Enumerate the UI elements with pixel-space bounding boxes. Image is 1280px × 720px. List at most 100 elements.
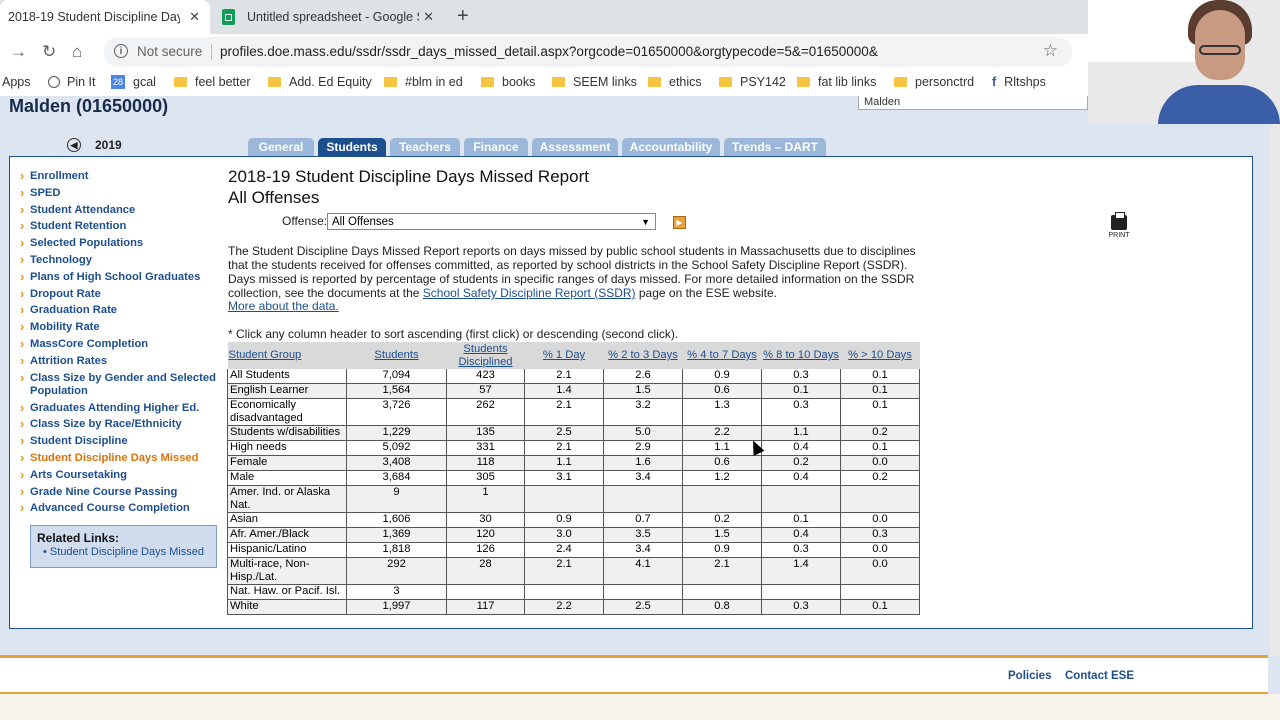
previous-year-icon[interactable]: ◀ <box>67 138 81 152</box>
bookmark-gcal[interactable]: 28 gcal <box>111 75 156 89</box>
forward-arrow-icon[interactable]: → <box>10 42 27 62</box>
bookmark-personctrd[interactable]: personctrd <box>894 75 974 89</box>
url-text[interactable]: profiles.doe.mass.edu/ssdr/ssdr_days_mis… <box>220 44 878 59</box>
bookmark-apps[interactable]: Apps <box>2 75 31 89</box>
cell-value: 4.1 <box>603 557 683 585</box>
bookmark-label: books <box>502 75 536 89</box>
info-icon[interactable]: i <box>114 44 128 58</box>
printer-icon <box>1111 212 1127 230</box>
folder-icon <box>552 77 565 87</box>
browser-tab-discipline[interactable]: 2018-19 Student Discipline Days ✕ <box>0 0 210 34</box>
sidenav-student-attendance[interactable]: Student Attendance <box>20 203 220 217</box>
browser-tab-spreadsheet[interactable]: Untitled spreadsheet - Google Sh ✕ <box>212 0 444 34</box>
tab-teachers[interactable]: Teachers <box>390 138 460 157</box>
scrollbar[interactable] <box>1270 96 1280 656</box>
cell-value: 117 <box>446 599 525 615</box>
cell-value: 3,684 <box>346 470 447 486</box>
sidenav-arts-coursetaking[interactable]: Arts Coursetaking <box>20 468 220 482</box>
sidenav-mobility-rate[interactable]: Mobility Rate <box>20 320 220 334</box>
tab-finance[interactable]: Finance <box>464 138 528 157</box>
bookmark-add-ed-equity[interactable]: Add. Ed Equity <box>268 75 372 89</box>
bookmark-fat-lib[interactable]: fat lib links <box>797 75 876 89</box>
more-about-data-link[interactable]: More about the data. <box>228 299 339 313</box>
cell-value: 0.0 <box>840 455 920 471</box>
sidenav-masscore-completion[interactable]: MassCore Completion <box>20 337 220 351</box>
header-pct-1-day[interactable]: % 1 Day <box>524 342 604 369</box>
new-tab-plus-icon[interactable]: + <box>457 5 469 28</box>
cell-value: 1.5 <box>603 383 683 399</box>
sidenav-student-discipline[interactable]: Student Discipline <box>20 434 220 448</box>
bookmark-rltshps[interactable]: f Rltshps <box>992 75 1046 89</box>
cell-value: 2.6 <box>603 369 683 384</box>
bookmark-blm[interactable]: #blm in ed <box>384 75 463 89</box>
cell-student-group: English Learner <box>227 383 347 399</box>
cell-value: 1.2 <box>682 470 762 486</box>
tab-trends-dart[interactable]: Trends – DART <box>724 138 826 157</box>
cell-value <box>761 485 841 513</box>
sidenav-attrition-rates[interactable]: Attrition Rates <box>20 354 220 368</box>
close-icon[interactable]: ✕ <box>423 9 434 25</box>
bookmark-label: SEEM links <box>573 75 637 89</box>
offense-dropdown[interactable]: All Offenses ▼ <box>327 213 656 230</box>
bookmark-star-icon[interactable]: ☆ <box>1043 41 1058 61</box>
sidenav-graduates-higher-ed[interactable]: Graduates Attending Higher Ed. <box>20 401 220 415</box>
sidenav-dropout-rate[interactable]: Dropout Rate <box>20 287 220 301</box>
tab-assessment[interactable]: Assessment <box>532 138 618 157</box>
tab-students[interactable]: Students <box>318 138 386 157</box>
header-pct-8-10-days[interactable]: % 8 to 10 Days <box>761 342 841 369</box>
webcam-overlay <box>1088 0 1280 124</box>
header-pct-over-10-days[interactable]: % > 10 Days <box>840 342 920 369</box>
footer-contact-link[interactable]: Contact ESE <box>1065 670 1134 682</box>
header-pct-4-7-days[interactable]: % 4 to 7 Days <box>682 342 762 369</box>
cell-value: 0.2 <box>761 455 841 471</box>
header-student-group[interactable]: Student Group <box>227 342 347 369</box>
side-navigation: Enrollment SPED Student Attendance Stude… <box>20 169 220 519</box>
bookmark-ethics[interactable]: ethics <box>648 75 702 89</box>
sidenav-plans-hs-graduates[interactable]: Plans of High School Graduates <box>20 270 220 284</box>
sidenav-enrollment[interactable]: Enrollment <box>20 169 220 183</box>
cell-value: 2.1 <box>524 440 604 456</box>
bookmark-label: feel better <box>195 75 251 89</box>
org-name: Malden (01650000) <box>9 96 169 116</box>
sidenav-class-size-gender[interactable]: Class Size by Gender and Selected Popula… <box>20 371 220 398</box>
header-pct-2-3-days[interactable]: % 2 to 3 Days <box>603 342 683 369</box>
sidenav-discipline-days-missed[interactable]: Student Discipline Days Missed <box>20 451 220 465</box>
tab-general[interactable]: General <box>248 138 314 157</box>
bookmark-feel-better[interactable]: feel better <box>174 75 251 89</box>
sidenav-graduation-rate[interactable]: Graduation Rate <box>20 303 220 317</box>
print-button[interactable]: PRINT <box>1108 212 1130 239</box>
bookmark-books[interactable]: books <box>481 75 535 89</box>
sidenav-sped[interactable]: SPED <box>20 186 220 200</box>
sidenav-class-size-race[interactable]: Class Size by Race/Ethnicity <box>20 417 220 431</box>
tab-title: Untitled spreadsheet - Google Sh <box>247 10 419 24</box>
header-students-disciplined[interactable]: Students Disciplined <box>446 342 525 369</box>
close-icon[interactable]: ✕ <box>189 9 200 25</box>
sidenav-selected-populations[interactable]: Selected Populations <box>20 236 220 250</box>
description-text-end: page on the ESE website. <box>635 286 777 300</box>
sidenav-grade-nine-course-passing[interactable]: Grade Nine Course Passing <box>20 485 220 499</box>
org-search-input[interactable]: Malden <box>858 96 1088 110</box>
footer-background <box>0 694 1280 720</box>
facebook-icon: f <box>992 75 997 89</box>
footer-policies-link[interactable]: Policies <box>1008 670 1051 682</box>
ssdr-link[interactable]: School Safety Discipline Report (SSDR) <box>423 286 636 300</box>
sidenav-technology[interactable]: Technology <box>20 253 220 267</box>
cell-value: 0.4 <box>761 470 841 486</box>
bookmark-pinit[interactable]: Pin It <box>48 75 96 89</box>
offense-label: Offense: <box>282 214 328 228</box>
go-button[interactable]: ▶ <box>673 216 686 229</box>
sidenav-student-retention[interactable]: Student Retention <box>20 219 220 233</box>
cell-student-group: Amer. Ind. or Alaska Nat. <box>227 485 347 513</box>
reload-icon[interactable]: ↻ <box>42 42 56 62</box>
bookmark-psy142[interactable]: PSY142 <box>719 75 786 89</box>
cell-value: 0.0 <box>840 557 920 585</box>
tab-accountability[interactable]: Accountability <box>622 138 720 157</box>
header-students[interactable]: Students <box>346 342 447 369</box>
sidenav-advanced-course-completion[interactable]: Advanced Course Completion <box>20 501 220 515</box>
bookmark-seem[interactable]: SEEM links <box>552 75 637 89</box>
address-bar[interactable]: i Not secure profiles.doe.mass.edu/ssdr/… <box>104 37 1072 67</box>
related-link[interactable]: • Student Discipline Days Missed <box>43 546 204 558</box>
home-icon[interactable]: ⌂ <box>72 42 82 62</box>
cell-value: 262 <box>446 398 525 426</box>
bookmark-label: ethics <box>669 75 702 89</box>
